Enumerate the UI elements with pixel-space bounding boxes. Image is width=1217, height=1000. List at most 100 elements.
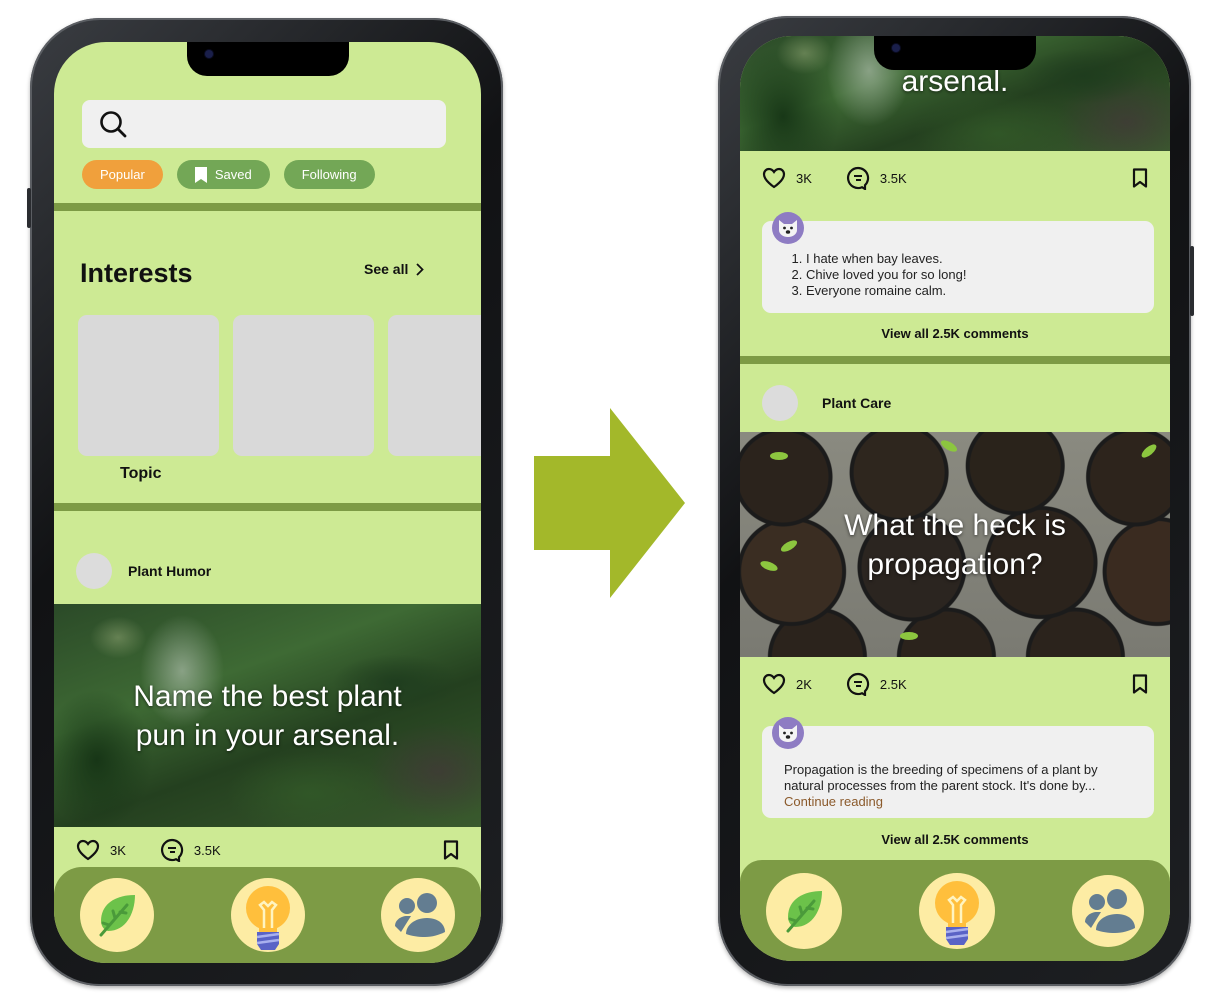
- transition-arrow: [534, 408, 685, 598]
- phone-frame-after: arsenal. 3K 3.5K I hate when bay leaves.…: [718, 16, 1194, 986]
- nav-ideas-button[interactable]: [919, 872, 995, 949]
- sprout: [1139, 442, 1159, 460]
- bottom-nav: [740, 860, 1170, 961]
- comment-line: I hate when bay leaves.: [806, 251, 1154, 267]
- post-headline: What the heck is propagation?: [844, 508, 1066, 581]
- heart-icon: [762, 673, 786, 695]
- comment-body: Propagation is the breeding of specimens…: [784, 762, 1098, 793]
- filter-popular[interactable]: Popular: [82, 160, 163, 189]
- heart-icon: [76, 839, 100, 861]
- community-name: Plant Care: [822, 395, 892, 411]
- sprout: [770, 452, 788, 460]
- comment-line: Chive loved you for so long!: [806, 267, 1154, 283]
- topic-card[interactable]: [233, 315, 374, 456]
- leaf-icon: [786, 890, 822, 932]
- chevron-right-icon: [416, 262, 425, 276]
- filter-saved[interactable]: Saved: [176, 160, 270, 189]
- filter-following[interactable]: Following: [283, 160, 375, 189]
- post-headline: Name the best plant pun in your arsenal.: [133, 679, 402, 752]
- bookmark-button[interactable]: [1132, 168, 1148, 188]
- topic-label: Topic: [120, 465, 162, 482]
- interests-title: Interests: [80, 258, 193, 288]
- post-actions: 3K 3.5K: [740, 158, 1170, 198]
- search-bar[interactable]: [82, 100, 446, 148]
- topic-card[interactable]: [78, 315, 219, 456]
- phone-frame-before: Popular Saved Following Interests See al…: [27, 18, 503, 986]
- filter-label: Popular: [100, 167, 145, 182]
- notch: [187, 42, 349, 76]
- bookmark-icon: [194, 166, 207, 183]
- leaf-icon: [99, 895, 135, 937]
- bookmark-button[interactable]: [443, 840, 459, 860]
- community-avatar: [76, 553, 112, 589]
- like-button[interactable]: 3K: [76, 839, 126, 861]
- filter-label: Following: [301, 167, 357, 182]
- comment-count: 3.5K: [193, 842, 221, 858]
- like-count: 2K: [796, 676, 812, 692]
- like-button[interactable]: 3K: [762, 167, 812, 189]
- see-all-label: See all: [364, 261, 409, 277]
- post-actions: 2K 2.5K: [740, 664, 1170, 704]
- side-button: [27, 188, 31, 228]
- continue-reading-link[interactable]: Continue reading: [784, 794, 883, 809]
- topic-card[interactable]: [388, 315, 481, 456]
- section-divider: [54, 503, 481, 511]
- section-divider: [740, 356, 1170, 364]
- top-comment: I hate when bay leaves. Chive loved you …: [762, 212, 1154, 313]
- commenter-avatar[interactable]: [772, 717, 804, 749]
- top-comment: Propagation is the breeding of specimens…: [762, 717, 1154, 818]
- side-button: [1190, 246, 1194, 316]
- filter-label: Saved: [214, 167, 252, 182]
- screen-before: Popular Saved Following Interests See al…: [54, 42, 481, 963]
- comment-button[interactable]: 3.5K: [160, 838, 221, 862]
- section-divider: [54, 203, 481, 211]
- search-icon: [100, 111, 127, 138]
- view-all-comments-link[interactable]: View all 2.5K comments: [740, 326, 1170, 341]
- comment-button[interactable]: 3.5K: [846, 166, 907, 190]
- community-avatar: [762, 385, 798, 421]
- sprout: [939, 438, 959, 454]
- post-header[interactable]: Plant Care: [740, 370, 1170, 436]
- post-image[interactable]: What the heck is propagation?: [740, 432, 1170, 657]
- nav-ideas-button[interactable]: [230, 878, 305, 952]
- bookmark-icon: [1132, 168, 1148, 188]
- sprout: [759, 559, 779, 573]
- post-actions: 3K 3.5K: [54, 830, 481, 870]
- nav-community-button[interactable]: [1072, 874, 1144, 947]
- nav-community-button[interactable]: [381, 878, 455, 952]
- screen-after: arsenal. 3K 3.5K I hate when bay leaves.…: [740, 36, 1170, 961]
- heart-icon: [762, 167, 786, 189]
- nav-leaf-button[interactable]: [766, 872, 842, 949]
- camera-icon: [892, 44, 900, 52]
- cat-avatar-icon: [779, 220, 797, 237]
- comment-line: Everyone romaine calm.: [806, 283, 1154, 299]
- comment-count: 2.5K: [879, 676, 907, 692]
- bookmark-icon: [1132, 674, 1148, 694]
- like-count: 3K: [110, 842, 126, 858]
- people-icon: [1085, 888, 1135, 933]
- lightbulb-icon: [245, 886, 290, 950]
- notch: [874, 36, 1036, 70]
- filter-chips: Popular Saved Following: [82, 160, 375, 189]
- camera-icon: [205, 50, 213, 58]
- people-icon: [395, 893, 445, 937]
- comment-list: I hate when bay leaves. Chive loved you …: [762, 221, 1154, 299]
- comment-text: Propagation is the breeding of specimens…: [762, 726, 1154, 810]
- sprout: [900, 632, 918, 640]
- view-all-comments-link[interactable]: View all 2.5K comments: [740, 832, 1170, 847]
- comment-icon: [846, 672, 870, 696]
- sprout: [779, 538, 799, 554]
- bookmark-button[interactable]: [1132, 674, 1148, 694]
- commenter-avatar[interactable]: [772, 212, 804, 244]
- bookmark-icon: [443, 840, 459, 860]
- search-input[interactable]: [138, 100, 446, 148]
- comment-button[interactable]: 2.5K: [846, 672, 907, 696]
- post-header[interactable]: Plant Humor: [54, 538, 481, 604]
- like-button[interactable]: 2K: [762, 673, 812, 695]
- comment-icon: [846, 166, 870, 190]
- post-image[interactable]: Name the best plant pun in your arsenal.: [54, 604, 481, 827]
- nav-leaf-button[interactable]: [80, 878, 154, 952]
- bottom-nav: [54, 867, 481, 963]
- cat-avatar-icon: [779, 725, 797, 742]
- see-all-link[interactable]: See all: [364, 261, 425, 277]
